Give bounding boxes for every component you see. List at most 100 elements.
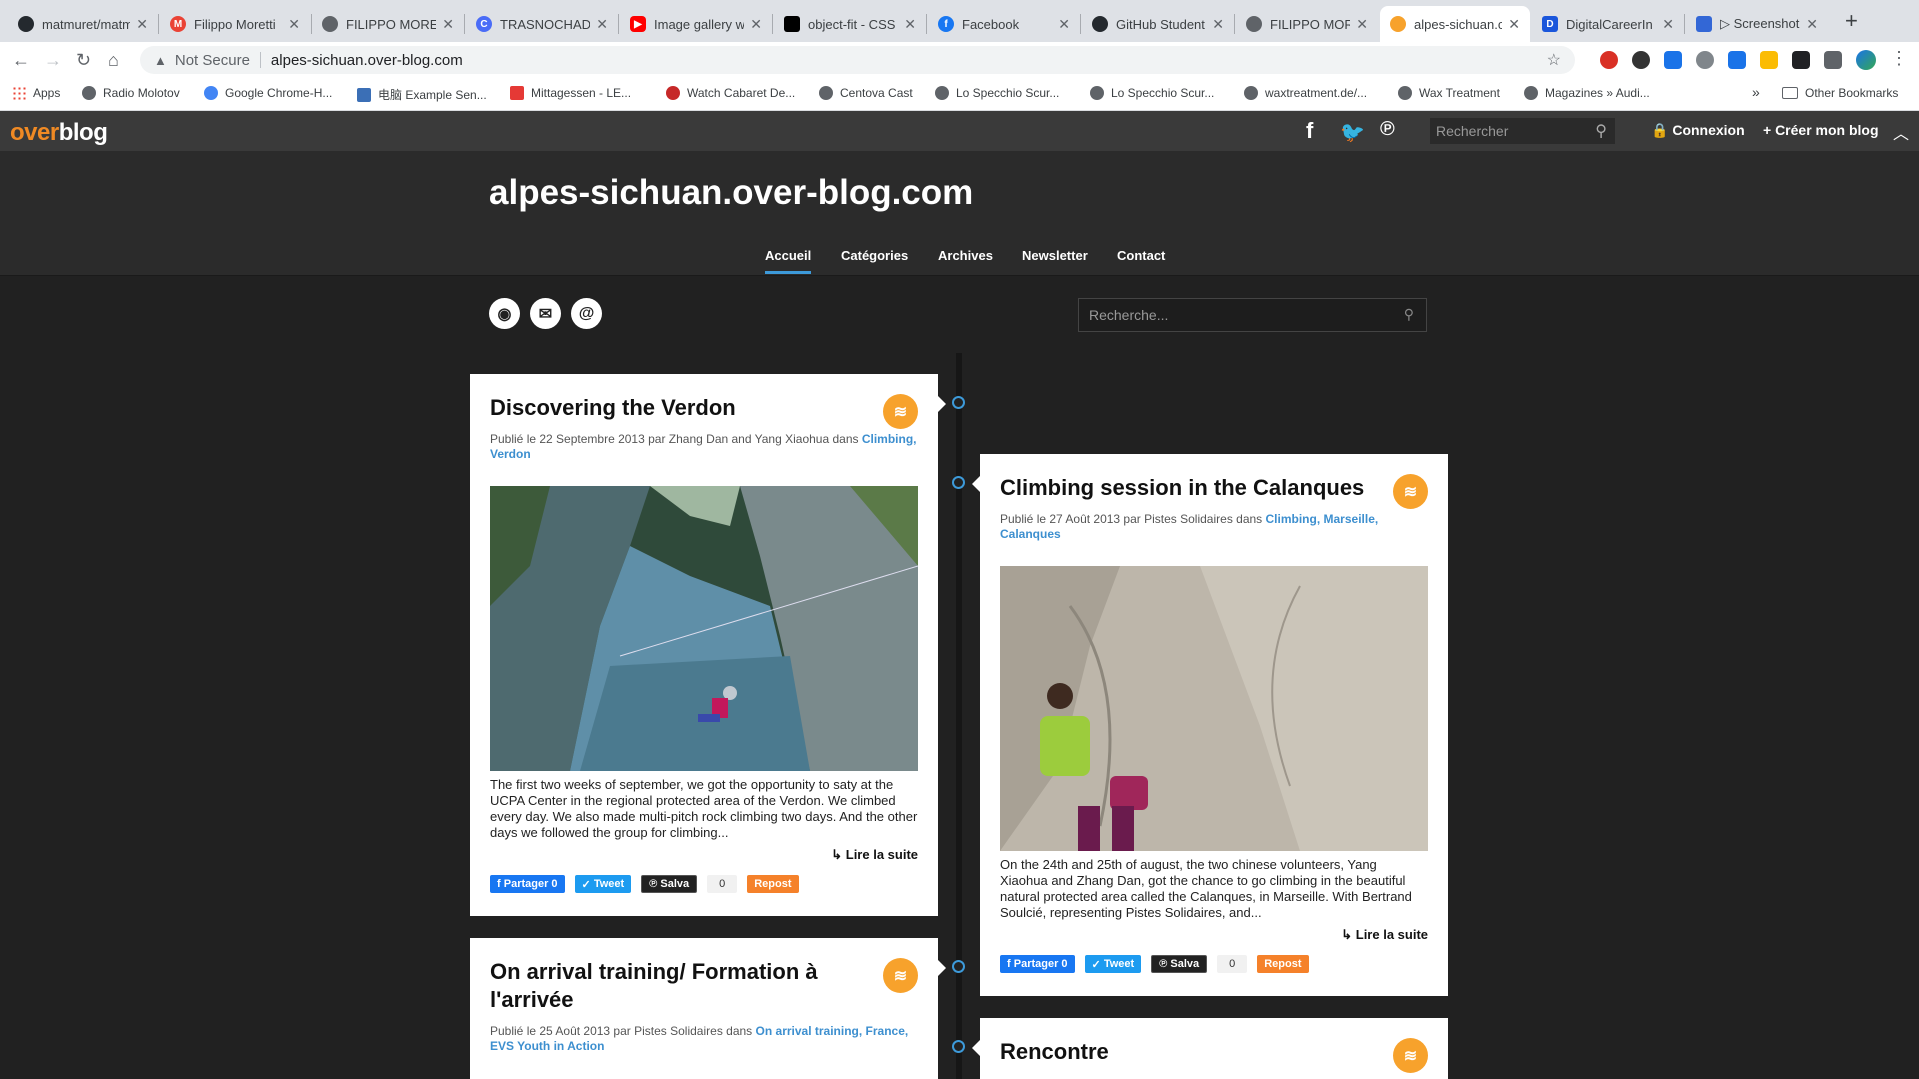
browser-tab[interactable]: FILIPPO MORET ✕ xyxy=(312,6,464,42)
browser-tab[interactable]: ▷ Screenshot o ✕ xyxy=(1686,6,1828,42)
url-text[interactable]: alpes-sichuan.over-blog.com xyxy=(271,52,463,69)
close-icon[interactable]: ✕ xyxy=(442,16,454,33)
close-icon[interactable]: ✕ xyxy=(1058,16,1070,33)
address-bar[interactable]: ▲ Not Secure alpes-sichuan.over-blog.com… xyxy=(140,46,1575,74)
post-excerpt: The first two weeks of september, we got… xyxy=(490,777,918,840)
profile-avatar[interactable] xyxy=(1856,50,1876,70)
close-icon[interactable]: ✕ xyxy=(288,16,300,33)
pinterest-save-button[interactable]: ℗ Salva xyxy=(641,875,698,893)
bookmark-item[interactable]: Mittagessen - LE... xyxy=(510,86,631,100)
nav-contact[interactable]: Contact xyxy=(1117,248,1165,263)
github-icon xyxy=(18,16,34,32)
bookmarks-overflow-icon[interactable]: » xyxy=(1752,84,1760,100)
bookmark-apps[interactable]: Apps xyxy=(12,86,60,100)
search-icon[interactable]: ⚲ xyxy=(1404,306,1414,323)
facebook-share-button[interactable]: f Partager 0 xyxy=(1000,955,1075,973)
new-tab-button[interactable]: + xyxy=(1845,10,1858,32)
browser-tab[interactable]: matmuret/matm ✕ xyxy=(8,6,158,42)
nav-categories[interactable]: Catégories xyxy=(841,248,908,263)
close-icon[interactable]: ✕ xyxy=(1508,16,1520,33)
other-bookmarks[interactable]: Other Bookmarks xyxy=(1782,86,1898,100)
read-more-link[interactable]: ↳ Lire la suite xyxy=(490,847,918,863)
browser-tab-active[interactable]: alpes-sichuan.c ✕ xyxy=(1380,6,1530,42)
reload-icon[interactable]: ↻ xyxy=(76,50,91,70)
home-icon[interactable]: ⌂ xyxy=(108,50,119,70)
facebook-share-button[interactable]: f Partager 0 xyxy=(490,875,565,893)
browser-tab[interactable]: FILIPPO MORET ✕ xyxy=(1236,6,1378,42)
browser-tab[interactable]: M Filippo Moretti ✕ xyxy=(160,6,310,42)
repost-button[interactable]: Repost xyxy=(1257,955,1309,973)
close-icon[interactable]: ✕ xyxy=(1212,16,1224,33)
menu-kebab-icon[interactable]: ⋮ xyxy=(1890,48,1908,69)
tweet-button[interactable]: ✓ Tweet xyxy=(574,875,632,893)
tweet-button[interactable]: ✓ Tweet xyxy=(1084,955,1142,973)
close-icon[interactable]: ✕ xyxy=(596,16,608,33)
rss-icon[interactable]: ◉ xyxy=(489,298,520,329)
nav-accueil[interactable]: Accueil xyxy=(765,248,812,274)
extension-adblock-icon[interactable] xyxy=(1600,51,1618,69)
blog-search-input[interactable]: Recherche... ⚲ xyxy=(1078,298,1427,332)
read-more-link[interactable]: ↳ Lire la suite xyxy=(1000,927,1428,943)
bookmark-item[interactable]: 电脑 Example Sen... xyxy=(357,86,487,103)
bookmark-item[interactable]: Lo Specchio Scur... xyxy=(935,86,1059,100)
tab-label: DigitalCareerIn xyxy=(1566,16,1653,32)
bookmark-item[interactable]: Magazines » Audi... xyxy=(1524,86,1650,100)
mail-icon[interactable]: ✉ xyxy=(530,298,561,329)
extension-globe-icon[interactable] xyxy=(1696,51,1714,69)
close-icon[interactable]: ✕ xyxy=(1356,16,1368,33)
extensions-puzzle-icon[interactable] xyxy=(1824,51,1842,69)
search-placeholder: Rechercher xyxy=(1436,123,1509,139)
at-icon[interactable]: @ xyxy=(571,298,602,329)
close-icon[interactable]: ✕ xyxy=(1806,16,1818,33)
bookmark-item[interactable]: Watch Cabaret De... xyxy=(666,86,795,100)
extension-pen-icon[interactable] xyxy=(1728,51,1746,69)
bookmark-star-icon[interactable]: ☆ xyxy=(1547,50,1561,70)
nav-archives[interactable]: Archives xyxy=(938,248,993,263)
post-image-verdon[interactable] xyxy=(490,486,918,771)
extension-k-icon[interactable] xyxy=(1632,51,1650,69)
overblog-badge-icon: ≋ xyxy=(1393,1038,1428,1073)
twitter-icon[interactable]: 🐦 xyxy=(1340,120,1365,145)
browser-tab[interactable]: GitHub Student ✕ xyxy=(1082,6,1234,42)
create-blog-button[interactable]: + Créer mon blog xyxy=(1763,122,1879,138)
security-label[interactable]: Not Secure xyxy=(175,52,250,69)
post-title[interactable]: Rencontre xyxy=(1000,1038,1428,1066)
post-title[interactable]: Discovering the Verdon xyxy=(490,394,918,422)
forward-icon[interactable]: → xyxy=(44,50,62,70)
extension-grid-icon[interactable] xyxy=(1664,51,1682,69)
bookmark-item[interactable]: Wax Treatment xyxy=(1398,86,1500,100)
bookmark-item[interactable]: waxtreatment.de/... xyxy=(1244,86,1367,100)
post-image-calanques[interactable] xyxy=(1000,566,1428,851)
close-icon[interactable]: ✕ xyxy=(1662,16,1674,33)
bookmark-item[interactable]: Centova Cast xyxy=(819,86,913,100)
nav-newsletter[interactable]: Newsletter xyxy=(1022,248,1088,263)
pinterest-save-button[interactable]: ℗ Salva xyxy=(1151,955,1208,973)
bookmark-item[interactable]: Radio Molotov xyxy=(82,86,180,100)
overblog-search-input[interactable]: Rechercher ⚲ xyxy=(1430,118,1615,144)
browser-tab[interactable]: C TRASNOCHAD ✕ xyxy=(466,6,618,42)
close-icon[interactable]: ✕ xyxy=(904,16,916,33)
post-title[interactable]: On arrival training/ Formation à l'arriv… xyxy=(490,958,918,1014)
browser-tab[interactable]: object-fit - CSS ✕ xyxy=(774,6,926,42)
close-icon[interactable]: ✕ xyxy=(136,16,148,33)
bookmark-item[interactable]: Lo Specchio Scur... xyxy=(1090,86,1214,100)
browser-tab[interactable]: ▶ Image gallery w ✕ xyxy=(620,6,772,42)
extension-feather-icon[interactable] xyxy=(1792,51,1810,69)
collapse-chevron-icon[interactable]: ︿ xyxy=(1893,120,1909,144)
back-icon[interactable]: ← xyxy=(12,50,30,70)
browser-tab[interactable]: f Facebook ✕ xyxy=(928,6,1080,42)
post-title[interactable]: Climbing session in the Calanques xyxy=(1000,474,1428,502)
extension-color-icon[interactable] xyxy=(1760,51,1778,69)
warning-icon[interactable]: ▲ xyxy=(154,53,167,68)
facebook-icon[interactable]: f xyxy=(1306,118,1313,144)
bookmark-item[interactable]: Google Chrome-H... xyxy=(204,86,332,100)
close-icon[interactable]: ✕ xyxy=(750,16,762,33)
search-icon[interactable]: ⚲ xyxy=(1595,121,1607,141)
login-button[interactable]: 🔒 Connexion xyxy=(1651,122,1745,139)
browser-tab[interactable]: D DigitalCareerIn ✕ xyxy=(1532,6,1684,42)
repost-button[interactable]: Repost xyxy=(747,875,799,893)
pinterest-icon[interactable]: ℗ xyxy=(1380,118,1395,141)
timeline-dot xyxy=(952,960,965,973)
blog-title[interactable]: alpes-sichuan.over-blog.com xyxy=(489,173,973,213)
overblog-logo[interactable]: overblog xyxy=(10,119,108,147)
